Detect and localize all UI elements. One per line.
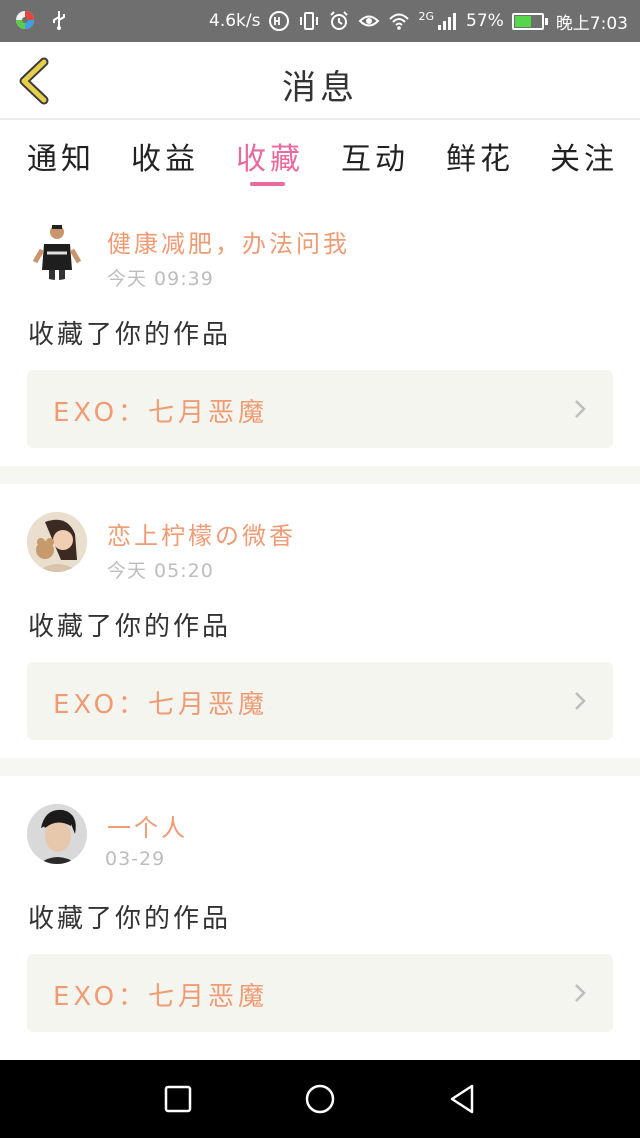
- eye-icon: [359, 15, 380, 27]
- back-triangle-icon[interactable]: [445, 1082, 479, 1116]
- tab-bar: 通知 收益 收藏 互动 鲜花 关注: [0, 122, 640, 198]
- timestamp: 今天 05:20: [107, 560, 214, 582]
- tab-following[interactable]: 关注: [550, 134, 618, 178]
- network-speed: 4.6k/s: [209, 11, 261, 31]
- message-card: 一个人 03-29 收藏了你的作品 EXO：七月恶魔: [0, 776, 640, 1060]
- home-circle-icon[interactable]: [303, 1082, 337, 1116]
- recent-apps-square-icon[interactable]: [161, 1082, 195, 1116]
- action-text: 收藏了你的作品: [28, 320, 232, 350]
- avatar[interactable]: [27, 220, 87, 280]
- chevron-right-icon: [575, 692, 586, 710]
- avatar[interactable]: [27, 512, 87, 572]
- battery-icon: [511, 12, 548, 30]
- timestamp: 今天 09:39: [107, 268, 214, 290]
- network-type: 2G: [418, 9, 435, 23]
- work-title: EXO：七月恶魔: [53, 690, 269, 720]
- app-notification-icon: [16, 11, 34, 29]
- message-card: 健康减肥，办法问我 今天 09:39 收藏了你的作品 EXO：七月恶魔: [0, 200, 640, 466]
- hd-icon: [269, 11, 290, 31]
- wifi-icon: [389, 13, 410, 30]
- work-link[interactable]: EXO：七月恶魔: [27, 954, 613, 1032]
- action-text: 收藏了你的作品: [28, 904, 232, 934]
- user-avatar-icon: [32, 225, 82, 280]
- user-name[interactable]: 一个人: [107, 808, 188, 843]
- work-title: EXO：七月恶魔: [53, 982, 269, 1012]
- battery-percent: 57%: [466, 11, 504, 31]
- divider: [0, 466, 640, 484]
- avatar[interactable]: [27, 804, 87, 864]
- divider: [0, 758, 640, 776]
- user-avatar-icon: [27, 512, 87, 572]
- timestamp: 03-29: [105, 848, 166, 870]
- alarm-icon: [330, 11, 349, 30]
- clock: 晚上7:03: [555, 13, 628, 34]
- usb-icon: [53, 11, 65, 30]
- page-title: 消息: [282, 68, 358, 108]
- signal-icon: [438, 13, 457, 30]
- action-text: 收藏了你的作品: [28, 612, 232, 642]
- work-link[interactable]: EXO：七月恶魔: [27, 370, 613, 448]
- chevron-right-icon: [575, 984, 586, 1002]
- tab-flowers[interactable]: 鲜花: [446, 134, 514, 178]
- tab-favorites[interactable]: 收藏: [236, 134, 304, 178]
- tab-interactions[interactable]: 互动: [341, 134, 409, 178]
- active-tab-indicator: [250, 182, 285, 186]
- vibrate-icon: [300, 12, 319, 30]
- status-bar: 4.6k/s 2G 57% 晚上7:03: [0, 0, 640, 42]
- tab-earnings[interactable]: 收益: [131, 134, 199, 178]
- system-nav-bar: [0, 1060, 640, 1138]
- tab-notifications[interactable]: 通知: [27, 134, 95, 178]
- message-card: 恋上柠檬の微香 今天 05:20 收藏了你的作品 EXO：七月恶魔: [0, 484, 640, 758]
- user-avatar-icon: [27, 804, 87, 864]
- chevron-right-icon: [575, 400, 586, 418]
- header: 消息: [0, 42, 640, 120]
- work-title: EXO：七月恶魔: [53, 398, 269, 428]
- user-name[interactable]: 健康减肥，办法问我: [107, 224, 350, 259]
- user-name[interactable]: 恋上柠檬の微香: [107, 516, 296, 551]
- work-link[interactable]: EXO：七月恶魔: [27, 662, 613, 740]
